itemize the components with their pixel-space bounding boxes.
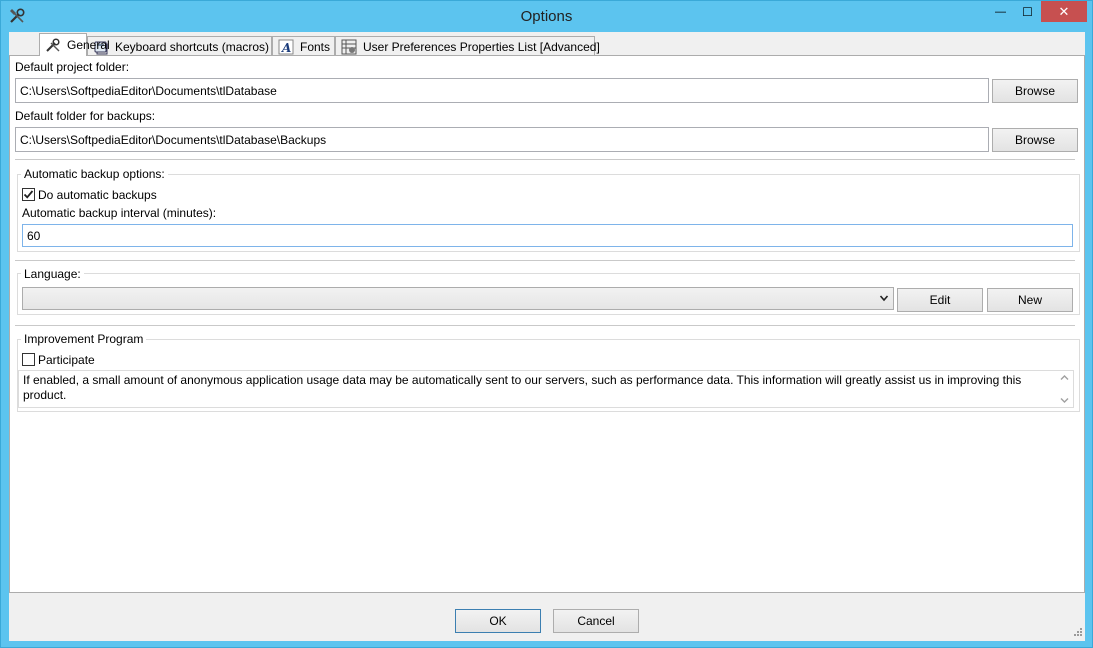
- participate-label[interactable]: Participate: [38, 353, 95, 367]
- browse-backup-folder-button[interactable]: Browse: [992, 128, 1078, 152]
- font-icon: A: [278, 39, 294, 55]
- ok-button[interactable]: OK: [455, 609, 541, 633]
- description-scrollbar[interactable]: [1056, 371, 1073, 407]
- separator: [15, 260, 1075, 261]
- backup-options-title: Automatic backup options:: [21, 167, 168, 181]
- improvement-title: Improvement Program: [21, 332, 147, 346]
- chevron-down-icon[interactable]: [1060, 397, 1069, 404]
- tab-user-preferences[interactable]: User Preferences Properties List [Advanc…: [335, 36, 600, 56]
- separator: [15, 159, 1075, 160]
- tab-keyboard-shortcuts-label: Keyboard shortcuts (macros): [115, 39, 270, 54]
- participate-checkbox[interactable]: [22, 353, 35, 366]
- tab-general-label: General: [67, 38, 110, 52]
- window-title: Options: [520, 8, 573, 25]
- titlebar[interactable]: Options — ☐ ✕: [1, 1, 1092, 32]
- backup-interval-input[interactable]: 60: [22, 224, 1073, 247]
- close-icon: ✕: [1058, 3, 1070, 19]
- backup-folder-label: Default folder for backups:: [15, 109, 156, 123]
- edit-language-button[interactable]: Edit: [897, 288, 983, 312]
- tab-keyboard-shortcuts[interactable]: Keyboard shortcuts (macros): [87, 36, 272, 56]
- dialog-footer: OK Cancel: [9, 593, 1085, 641]
- browse-project-folder-button[interactable]: Browse: [992, 79, 1078, 103]
- minimize-icon: —: [995, 5, 1006, 18]
- resize-grip-icon[interactable]: [1071, 627, 1083, 639]
- general-panel: Default project folder: C:\Users\Softped…: [9, 55, 1085, 593]
- separator: [15, 325, 1075, 326]
- maximize-icon: ☐: [1022, 4, 1033, 19]
- auto-backup-label[interactable]: Do automatic backups: [38, 188, 157, 202]
- auto-backup-checkbox[interactable]: [22, 188, 35, 201]
- improvement-description[interactable]: If enabled, a small amount of anonymous …: [18, 370, 1074, 408]
- project-folder-label: Default project folder:: [15, 60, 130, 74]
- options-window: Options — ☐ ✕ General Keyboard shortcuts…: [0, 0, 1093, 648]
- backup-interval-label: Automatic backup interval (minutes):: [22, 206, 217, 220]
- minimize-button[interactable]: —: [987, 1, 1014, 22]
- chevron-up-icon[interactable]: [1060, 374, 1069, 381]
- chevron-down-icon: [879, 295, 889, 302]
- language-select[interactable]: [22, 287, 894, 310]
- tools-icon: [46, 38, 60, 52]
- maximize-button[interactable]: ☐: [1014, 1, 1041, 22]
- improvement-description-text: If enabled, a small amount of anonymous …: [23, 373, 1022, 402]
- language-title: Language:: [21, 267, 84, 281]
- tab-general[interactable]: General: [39, 33, 110, 56]
- svg-text:A: A: [281, 41, 291, 55]
- close-button[interactable]: ✕: [1041, 1, 1087, 22]
- tab-fonts-label: Fonts: [300, 39, 331, 54]
- dialog-client: General Keyboard shortcuts (macros) A Fo…: [9, 32, 1085, 641]
- tab-user-preferences-label: User Preferences Properties List [Advanc…: [363, 39, 600, 54]
- project-folder-input[interactable]: C:\Users\SoftpediaEditor\Documents\tlDat…: [15, 78, 989, 103]
- properties-list-icon: [341, 39, 357, 54]
- tab-fonts[interactable]: A Fonts: [272, 36, 335, 56]
- backup-folder-input[interactable]: C:\Users\SoftpediaEditor\Documents\tlDat…: [15, 127, 989, 152]
- cancel-button[interactable]: Cancel: [553, 609, 639, 633]
- checkmark-icon: [23, 190, 34, 199]
- new-language-button[interactable]: New: [987, 288, 1073, 312]
